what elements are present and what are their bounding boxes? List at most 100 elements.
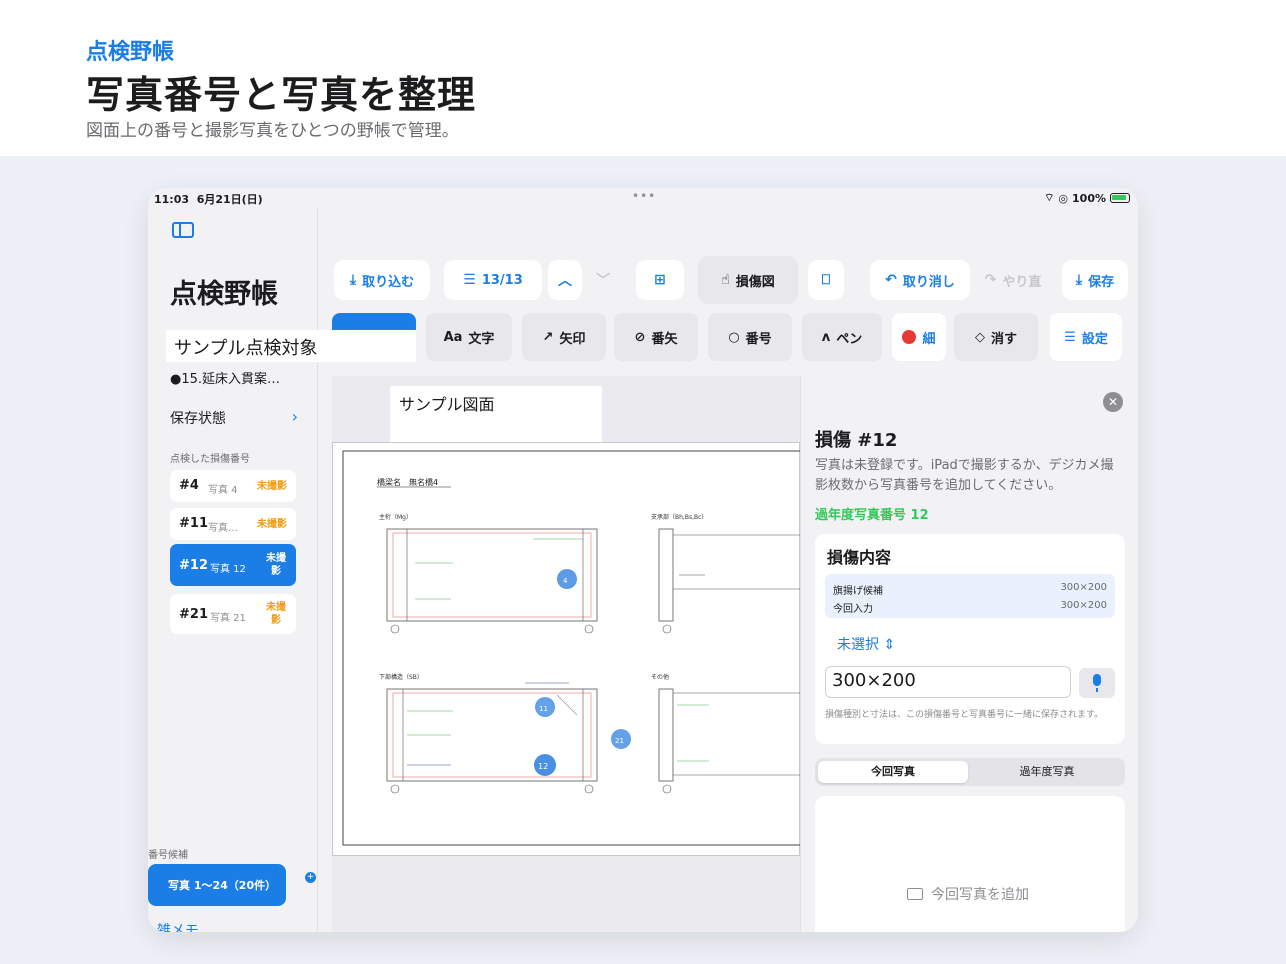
import-icon: ⤓ xyxy=(349,272,357,288)
tab-current-photo[interactable]: 今回写真 xyxy=(818,761,968,783)
status-time: 11:03 6月21日(日) xyxy=(154,193,263,206)
status-bar: 11:03 6月21日(日) ••• ⌔ ◎ 100% xyxy=(148,188,1138,208)
damage-item-12[interactable]: #12 写真 12 未撮影 xyxy=(170,544,296,586)
page-counter-button[interactable]: ☰ 13/13 xyxy=(444,260,542,300)
damage-photo: 写真 21 xyxy=(210,613,246,624)
drawing-sheet[interactable]: 橋梁名 無名橋4 主桁（Mg） 4 支承部（Bh,Bs,Bc） 下部構造（SB） xyxy=(332,442,804,856)
promo-subtitle: 図面上の番号と撮影写真をひとつの野帳で管理。 xyxy=(86,121,459,141)
text-tool-icon: Aa xyxy=(443,329,463,345)
drawing-label-shadow xyxy=(390,428,602,442)
microphone-icon[interactable] xyxy=(1079,668,1115,698)
color-dot-icon xyxy=(902,330,917,344)
battery-icon xyxy=(1110,193,1130,203)
promo-header: 点検野帳 写真番号と写真を整理 図面上の番号と撮影写真をひとつの野帳で管理。 xyxy=(0,0,1286,156)
damage-title: 損傷 #12 xyxy=(815,430,898,451)
candidates-label: 番号候補 xyxy=(148,850,188,861)
damage-item-11[interactable]: #11 写真… 未撮影 xyxy=(170,508,296,540)
arrow-tool-button[interactable]: ↗ 矢印 xyxy=(522,313,606,361)
damage-detail-panel: ✕ 損傷 #12 写真は未登録です。iPadで撮影するか、デジカメ撮影枚数から写… xyxy=(800,376,1138,932)
memo-link[interactable]: ⁞ 雑メモ xyxy=(148,920,199,932)
arrow-icon: ↗ xyxy=(542,329,554,345)
damage-marker-label: 11 xyxy=(539,705,548,713)
chevron-right-icon: › xyxy=(291,407,298,426)
section-label-other: その他 xyxy=(651,673,669,681)
add-candidate-icon[interactable]: + xyxy=(305,872,316,883)
add-photo-button[interactable]: 今回写真を追加 xyxy=(907,884,1029,904)
size-info-box: 旗揚げ候補 300×200 今回入力 300×200 xyxy=(825,574,1115,618)
save-button[interactable]: ⤓ 保存 xyxy=(1062,260,1128,300)
damage-item-21[interactable]: #21 写真 21 未撮影 xyxy=(170,594,296,634)
save-icon: ⤓ xyxy=(1075,272,1083,288)
damage-marker-label: 4 xyxy=(563,577,568,585)
number-arrow-tool-button[interactable]: ⊘ 番矢 xyxy=(614,313,698,361)
grid-view-button[interactable]: ⊞ xyxy=(636,260,684,300)
drawing-label: サンプル図面 xyxy=(390,386,602,428)
multitask-dots-icon[interactable]: ••• xyxy=(632,189,656,203)
damage-status: 未撮影 xyxy=(257,481,287,492)
damage-photo: 写真… xyxy=(208,523,238,534)
ipad-screen: 11:03 6月21日(日) ••• ⌔ ◎ 100% 点検野帳 サンプル点検対… xyxy=(148,188,1138,932)
bookmark-icon: ⎕ xyxy=(821,272,831,288)
damage-photo: 写真 12 xyxy=(210,564,246,575)
battery-percent: 100% xyxy=(1072,191,1106,205)
hand-point-icon: ☝ xyxy=(721,272,730,288)
text-tool-button[interactable]: Aa 文字 xyxy=(426,313,512,361)
chevron-down-icon: ﹀ xyxy=(596,273,610,289)
wifi-icon: ⌔ xyxy=(1044,191,1055,204)
number-tool-button[interactable]: ○ 番号 xyxy=(708,313,792,361)
pier-mark xyxy=(584,624,594,634)
damage-number: #4 xyxy=(179,478,199,493)
candidates-button[interactable]: 写真 1〜24（20件） xyxy=(148,864,286,906)
undo-button[interactable]: ↶ 取り消し xyxy=(870,260,970,300)
promo-eyebrow: 点検野帳 xyxy=(86,40,175,65)
erase-tool-button[interactable]: ◇ 消す xyxy=(954,313,1038,361)
dimension-input[interactable]: 300×200 xyxy=(825,666,1071,698)
lock-rotation-icon: ◎ xyxy=(1058,191,1069,205)
sidebar-toggle-icon[interactable] xyxy=(172,222,194,238)
close-icon[interactable]: ✕ xyxy=(1103,392,1123,412)
page-down-button[interactable]: ﹀ xyxy=(586,260,620,300)
other-frame xyxy=(658,688,674,782)
damage-number: #21 xyxy=(179,607,208,622)
undo-icon: ↶ xyxy=(885,272,897,288)
pen-tool-button[interactable]: ʌ ペン xyxy=(802,313,882,361)
damage-status: 未撮影 xyxy=(266,602,286,626)
settings-button[interactable]: ☰ 設定 xyxy=(1050,313,1122,361)
info-row: 旗揚げ候補 300×200 xyxy=(833,582,1107,597)
redo-button[interactable]: ↷ やり直 xyxy=(980,260,1046,300)
chevron-up-icon: ︿ xyxy=(558,273,572,289)
object-name-field[interactable]: サンプル点検対象 xyxy=(166,330,416,362)
stroke-width-button[interactable]: 細 xyxy=(892,313,946,361)
damage-number: #12 xyxy=(179,558,208,573)
section-label-substructure: 下部構造（SB） xyxy=(379,673,423,681)
photo-area: 今回写真を追加 xyxy=(815,796,1125,932)
damage-item-4[interactable]: #4 写真 4 未撮影 xyxy=(170,470,296,502)
import-button[interactable]: ⤓ 取り込む xyxy=(334,260,430,300)
tab-past-photo[interactable]: 過年度写真 xyxy=(972,761,1122,783)
pier-mark xyxy=(390,784,400,794)
damage-photo: 写真 4 xyxy=(208,485,238,496)
hint-text: 損傷種別と寸法は、この損傷番号と写真番号に一緒に保存されます。 xyxy=(825,710,1104,720)
save-state-row[interactable]: 保存状態 › xyxy=(170,407,298,428)
sidebar-title: 点検野帳 xyxy=(170,279,278,310)
bearing-frame xyxy=(658,528,674,622)
sheet-border xyxy=(342,450,804,846)
damage-status: 未撮影 xyxy=(257,519,287,530)
sheet-title: 橋梁名 無名橋4 xyxy=(377,477,438,487)
section-label-main-girder: 主桁（Mg） xyxy=(379,513,412,521)
card-title: 損傷内容 xyxy=(827,548,892,567)
damage-number: #11 xyxy=(179,516,208,531)
pier-mark xyxy=(390,624,400,634)
page-up-button[interactable]: ︿ xyxy=(548,260,582,300)
drawing-svg: 橋梁名 無名橋4 主桁（Mg） 4 支承部（Bh,Bs,Bc） 下部構造（SB） xyxy=(342,450,804,846)
circle-arrow-icon: ⊘ xyxy=(634,329,646,345)
image-icon xyxy=(907,888,923,900)
bookmark-button[interactable]: ⎕ xyxy=(808,260,844,300)
damage-marker-label: 21 xyxy=(615,737,624,745)
damage-type-picker[interactable]: 未選択 ⇕ xyxy=(837,634,895,654)
sidebar: 点検野帳 サンプル点検対象 ●15.延床入貫案… 保存状態 › 点検した損傷番号… xyxy=(148,208,416,932)
redo-icon: ↷ xyxy=(984,272,997,288)
damage-content-card: 損傷内容 旗揚げ候補 300×200 今回入力 300×200 未選択 ⇕ 300×… xyxy=(815,534,1125,744)
pier-mark xyxy=(662,784,672,794)
damage-map-button[interactable]: ☝ 損傷図 xyxy=(698,256,798,304)
